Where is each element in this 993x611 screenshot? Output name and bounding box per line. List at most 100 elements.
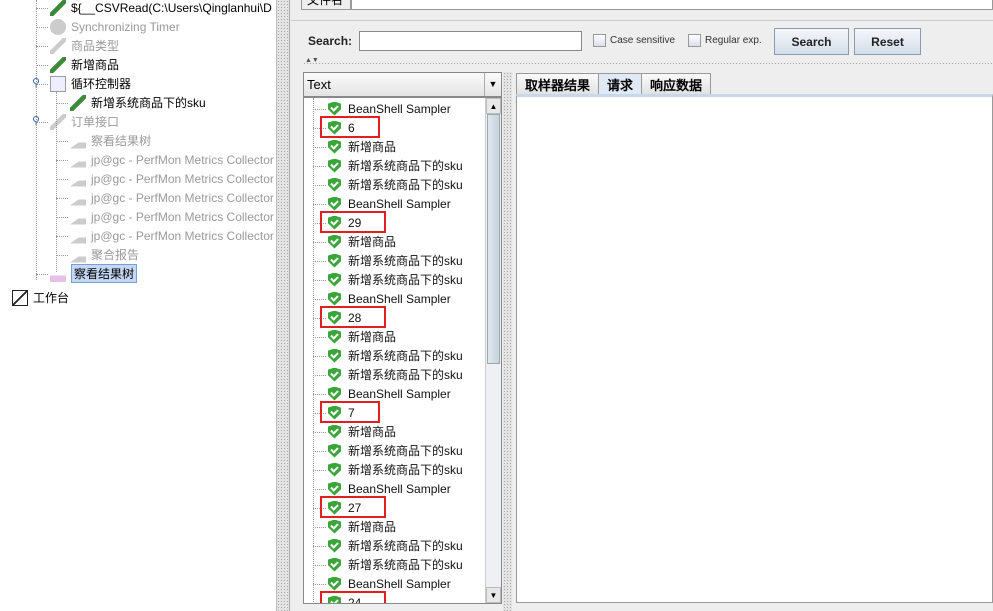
tree-item-label: jp@gc - PerfMon Metrics Collector [91, 209, 274, 224]
reset-button[interactable]: Reset [854, 28, 921, 55]
tree-item[interactable]: 聚合报告 [70, 245, 139, 264]
pen-icon [50, 113, 66, 130]
highlight-box [320, 401, 380, 423]
highlight-box [320, 496, 386, 518]
tree-item[interactable]: 新增系统商品下的sku [70, 93, 206, 112]
tree-item-label: jp@gc - PerfMon Metrics Collector [91, 171, 274, 186]
tree-connector [56, 255, 68, 256]
checkbox-icon [688, 34, 701, 47]
tree-connector [36, 274, 48, 275]
tree-item-label: 新增商品 [71, 58, 120, 72]
result-label: 新增商品 [348, 235, 397, 249]
scroll-up-icon[interactable]: ▲ [486, 98, 501, 114]
tree-item[interactable]: 察看结果树 [70, 131, 151, 150]
chevron-down-icon[interactable]: ▼ [484, 73, 501, 96]
tree-item-label: jp@gc - PerfMon Metrics Collector [91, 152, 274, 167]
result-label: BeanShell Sampler [348, 291, 451, 306]
tree-connector [313, 489, 326, 490]
timer-icon [50, 18, 66, 35]
tree-connector [313, 375, 326, 376]
success-shield-icon [328, 367, 341, 382]
tree-connector [56, 160, 68, 161]
tree-item-label: 新增系统商品下的sku [91, 96, 206, 110]
tree-item[interactable]: 商品类型 [50, 36, 119, 55]
tree-connector [36, 65, 48, 66]
result-label: 新增商品 [348, 520, 397, 534]
tree-connector [313, 147, 326, 148]
tree-connector [36, 8, 48, 9]
tree-item-label: 察看结果树 [91, 134, 152, 148]
result-label: 新增系统商品下的sku [348, 444, 463, 458]
tree-item[interactable]: jp@gc - PerfMon Metrics Collector [70, 188, 274, 207]
result-label: BeanShell Sampler [348, 101, 451, 116]
scrollbar[interactable]: ▲ ▼ [485, 98, 501, 603]
tree-item-label: 察看结果树 [71, 264, 138, 283]
results-panel: 文件名 Search: Case sensitive Regular exp. … [291, 0, 993, 611]
result-item[interactable]: 新增系统商品下的sku [304, 251, 463, 270]
horizontal-splitter[interactable] [303, 62, 993, 66]
tree-connector [56, 179, 68, 180]
tab-1[interactable]: 请求 [598, 73, 643, 94]
result-label: 新增系统商品下的sku [348, 273, 463, 287]
tree-item[interactable]: 订单接口 [50, 112, 119, 131]
result-label: 新增商品 [348, 330, 397, 344]
result-item[interactable]: 新增系统商品下的sku [304, 156, 463, 175]
success-shield-icon [328, 576, 341, 591]
tree-connector [313, 166, 326, 167]
scroll-thumb[interactable] [487, 114, 500, 364]
tree-item[interactable]: ${__CSVRead(C:\Users\Qinglanhui\D [50, 0, 272, 17]
tree-item[interactable]: 新增商品 [50, 55, 119, 74]
result-item[interactable]: 新增系统商品下的sku [304, 175, 463, 194]
filename-input[interactable] [351, 0, 993, 10]
highlight-box [320, 306, 386, 328]
result-label: BeanShell Sampler [348, 386, 451, 401]
workbench-item[interactable]: 工作台 [12, 288, 69, 307]
tree-connector [313, 394, 326, 395]
tree-connector [36, 0, 37, 280]
pen-icon [70, 94, 86, 111]
search-input[interactable] [359, 31, 582, 51]
case-sensitive-checkbox[interactable]: Case sensitive [593, 34, 675, 47]
tree-item[interactable]: 循环控制器 [50, 74, 131, 93]
renderer-select[interactable]: Text ▼ [303, 72, 502, 97]
tree-item[interactable]: jp@gc - PerfMon Metrics Collector [70, 169, 274, 188]
result-item[interactable]: 新增系统商品下的sku [304, 460, 463, 479]
tree-connector [313, 565, 326, 566]
main-splitter[interactable] [277, 0, 290, 611]
tree-connector [56, 217, 68, 218]
tree-item[interactable]: 察看结果树 [50, 264, 138, 283]
tree-item[interactable]: jp@gc - PerfMon Metrics Collector [70, 150, 274, 169]
tree-connector [313, 98, 314, 603]
tab-0[interactable]: 取样器结果 [516, 73, 600, 94]
workbench-icon [12, 289, 28, 306]
result-item[interactable]: 新增系统商品下的sku [304, 536, 463, 555]
result-label: 新增商品 [348, 140, 397, 154]
result-item[interactable]: 新增系统商品下的sku [304, 555, 463, 574]
tree-item[interactable]: jp@gc - PerfMon Metrics Collector [70, 226, 274, 245]
vertical-splitter[interactable] [503, 72, 512, 611]
success-shield-icon [328, 329, 341, 344]
pen-icon [50, 37, 66, 54]
tree-connector [313, 261, 326, 262]
result-item[interactable]: 新增系统商品下的sku [304, 346, 463, 365]
tree-connector [313, 546, 326, 547]
tree-connector [56, 141, 68, 142]
checkbox-icon [593, 34, 606, 47]
result-label: 新增系统商品下的sku [348, 539, 463, 553]
tree-connector [313, 527, 326, 528]
test-plan-tree: ${__CSVRead(C:\Users\Qinglanhui\D Synchro… [0, 0, 277, 611]
result-item[interactable]: 新增系统商品下的sku [304, 270, 463, 289]
request-content [516, 94, 993, 603]
tree-item-label: Synchronizing Timer [71, 19, 180, 34]
tab-2[interactable]: 响应数据 [641, 73, 712, 94]
search-button[interactable]: Search [774, 28, 849, 55]
scroll-down-icon[interactable]: ▼ [486, 587, 501, 603]
regex-checkbox[interactable]: Regular exp. [688, 34, 762, 47]
tree-connector [313, 470, 326, 471]
tree-connector [313, 337, 326, 338]
tree-item[interactable]: Synchronizing Timer [50, 17, 180, 36]
result-item[interactable]: 新增系统商品下的sku [304, 365, 463, 384]
tree-item[interactable]: jp@gc - PerfMon Metrics Collector [70, 207, 274, 226]
pen-icon [50, 0, 66, 16]
result-item[interactable]: 新增系统商品下的sku [304, 441, 463, 460]
